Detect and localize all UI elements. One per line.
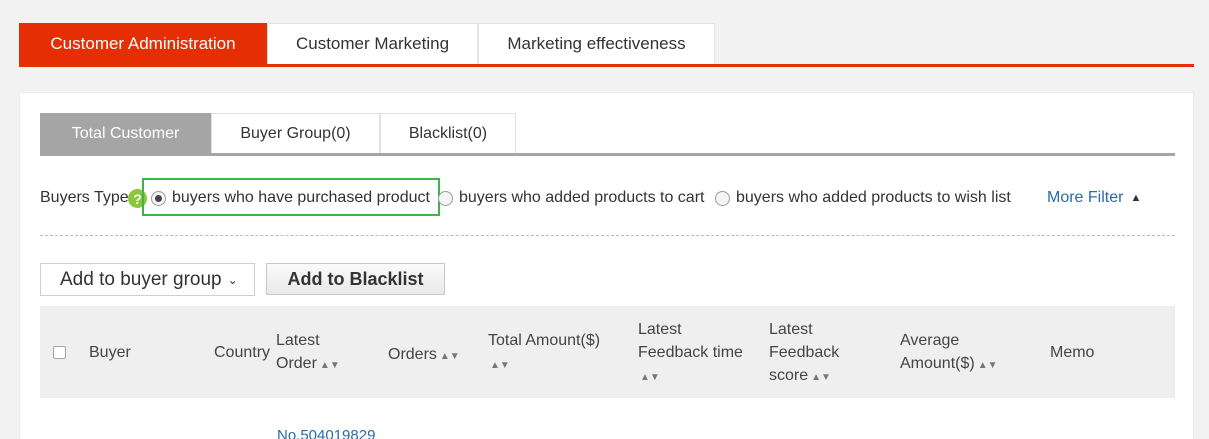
sub-tab-bar: Total Customer Buyer Group(0) Blacklist(…	[40, 113, 1175, 156]
sort-icon[interactable]: ▲▼	[811, 366, 831, 389]
sort-icon[interactable]: ▲▼	[320, 354, 340, 377]
more-filter-label: More Filter	[1047, 189, 1124, 206]
radio-label-purchased: buyers who have purchased product	[172, 189, 430, 206]
header-text: Order	[276, 355, 317, 372]
subtab-buyer-group[interactable]: Buyer Group(0)	[211, 113, 380, 153]
more-filter-link[interactable]: More Filter ▲	[1047, 189, 1141, 207]
radio-added-to-wishlist[interactable]: buyers who added products to wish list	[715, 189, 1011, 207]
tab-marketing-effectiveness[interactable]: Marketing effectiveness	[478, 23, 715, 64]
header-text: Feedback time	[638, 344, 743, 361]
sort-icon[interactable]: ▲▼	[640, 366, 660, 389]
header-text: Latest	[638, 321, 682, 338]
header-text: Orders	[388, 346, 437, 363]
add-to-blacklist-button[interactable]: Add to Blacklist	[266, 263, 445, 295]
header-latest-order[interactable]: Latest Order ▲▼	[276, 329, 340, 377]
radio-button[interactable]	[438, 190, 453, 206]
header-text: Latest	[769, 321, 813, 338]
header-text: Latest	[276, 332, 320, 349]
order-link[interactable]: No.504019829	[277, 427, 375, 439]
tab-customer-marketing[interactable]: Customer Marketing	[267, 23, 478, 64]
radio-label-cart: buyers who added products to cart	[459, 189, 705, 206]
header-buyer: Buyer	[89, 344, 131, 361]
header-country: Country	[214, 344, 271, 361]
sort-icon[interactable]: ▲▼	[440, 345, 460, 368]
header-latest-feedback-time[interactable]: Latest Feedback time ▲▼	[638, 318, 743, 389]
buyers-type-filter: Buyers Type ? buyers who have purchased …	[40, 178, 1175, 216]
tab-customer-administration[interactable]: Customer Administration	[19, 23, 267, 64]
subtab-total-customer[interactable]: Total Customer	[40, 113, 211, 153]
table-header: Buyer Country Latest Order ▲▼ Orders ▲▼ To…	[40, 306, 1175, 398]
radio-added-to-cart[interactable]: buyers who added products to cart	[438, 189, 704, 207]
header-text: Total Amount($)	[488, 332, 601, 349]
top-tab-bar: Customer Administration Customer Marketi…	[19, 23, 1194, 67]
header-text: Amount($)	[900, 355, 975, 372]
radio-purchased-product[interactable]: buyers who have purchased product	[151, 189, 430, 207]
customer-panel: Total Customer Buyer Group(0) Blacklist(…	[19, 92, 1194, 439]
radio-button[interactable]	[715, 190, 730, 206]
add-to-buyer-group-dropdown[interactable]: Add to buyer group ⌄	[40, 263, 255, 296]
header-latest-feedback-score[interactable]: Latest Feedback score ▲▼	[769, 318, 839, 389]
header-text: Average	[900, 332, 960, 349]
buyers-type-label: Buyers Type	[40, 189, 129, 206]
radio-button-checked[interactable]	[151, 190, 166, 206]
subtab-blacklist[interactable]: Blacklist(0)	[380, 113, 516, 153]
sort-icon[interactable]: ▲▼	[490, 354, 510, 377]
add-to-group-label: Add to buyer group	[60, 268, 222, 290]
select-all-checkbox[interactable]	[53, 346, 66, 359]
header-average-amount[interactable]: Average Amount($) ▲▼	[900, 329, 998, 377]
radio-label-wishlist: buyers who added products to wish list	[736, 189, 1011, 206]
header-total-amount[interactable]: Total Amount($) ▲▼	[488, 329, 600, 377]
header-orders[interactable]: Orders ▲▼	[388, 343, 460, 368]
header-memo: Memo	[1050, 344, 1095, 361]
header-text: score	[769, 367, 809, 384]
header-text: Feedback	[769, 344, 840, 361]
sort-icon[interactable]: ▲▼	[978, 354, 998, 377]
caret-up-icon: ▲	[1130, 192, 1142, 204]
divider	[40, 235, 1175, 236]
chevron-down-icon: ⌄	[227, 272, 238, 287]
